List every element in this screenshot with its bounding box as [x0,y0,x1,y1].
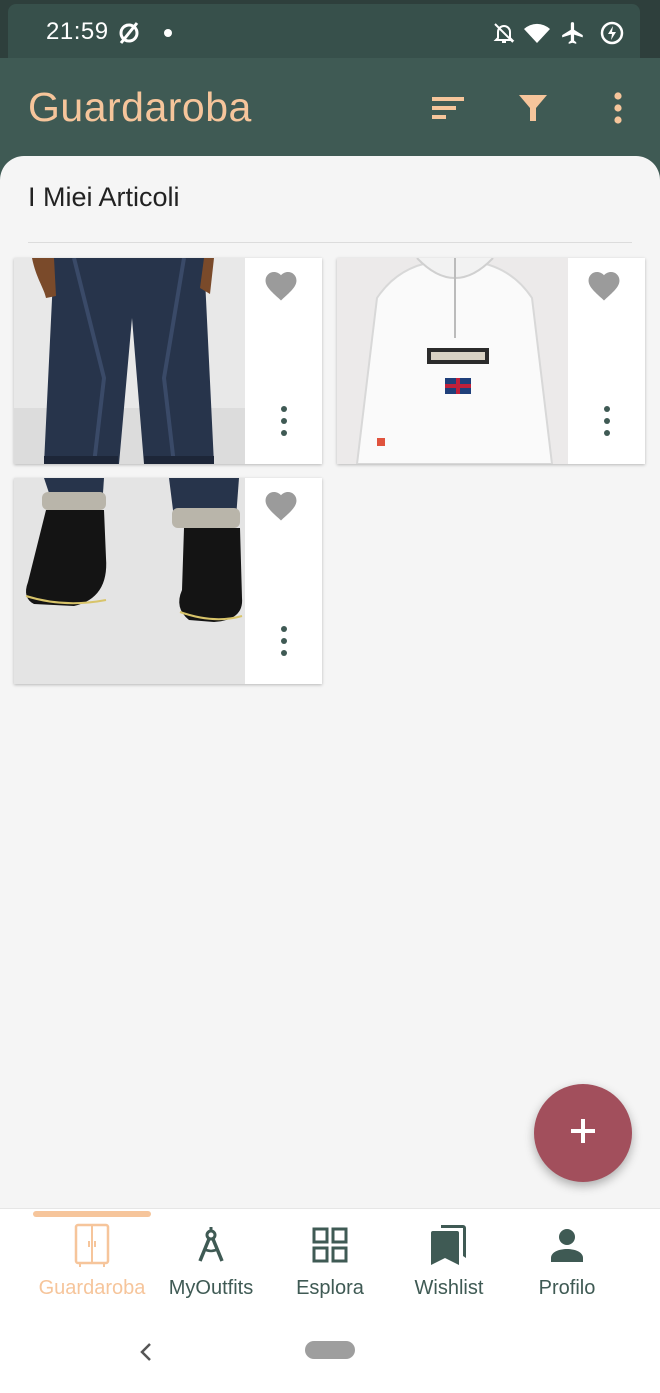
item-image-boots[interactable] [14,478,245,684]
nav-label-guardaroba: Guardaroba [38,1277,146,1299]
item-more-icon[interactable] [597,404,617,438]
nav-label-wishlist: Wishlist [414,1277,484,1299]
nav-item-wishlist[interactable]: Wishlist [390,1223,508,1313]
app-bar: Guardaroba [0,58,660,168]
add-icon [569,1117,597,1150]
item-card-boots[interactable] [14,478,322,684]
favorite-heart-icon[interactable] [262,488,300,524]
nav-item-esplora[interactable]: Esplora [271,1223,389,1313]
add-item-button[interactable] [534,1084,632,1182]
nav-item-myoutfits[interactable]: MyOutfits [152,1223,270,1313]
wardrobe-icon [72,1223,112,1267]
sort-icon[interactable] [424,84,472,132]
nav-label-myoutfits: MyOutfits [168,1277,254,1299]
section-title: I Miei Articoli [28,182,180,212]
bottom-navigation: Guardaroba MyOutfits Esplora Wishlist Pr… [0,1208,660,1318]
item-image-jacket[interactable] [337,258,568,464]
status-bar: 21:59 [0,0,660,58]
app-title: Guardaroba [28,84,252,130]
notifications-off-icon [489,18,519,48]
item-more-icon[interactable] [274,404,294,438]
grid-icon [310,1223,350,1267]
home-pill-button[interactable] [305,1341,355,1359]
status-bar-inner: 21:59 [8,4,640,58]
favorite-heart-icon[interactable] [585,268,623,304]
nav-item-guardaroba[interactable]: Guardaroba [33,1223,151,1313]
dot-icon [153,18,183,48]
filter-icon[interactable] [509,84,557,132]
item-card-jacket[interactable] [337,258,645,464]
nav-label-esplora: Esplora [296,1277,364,1299]
airplane-icon [558,18,588,48]
favorite-heart-icon[interactable] [262,268,300,304]
nav-label-profilo: Profilo [538,1277,596,1299]
active-tab-indicator [33,1211,151,1217]
nav-item-profilo[interactable]: Profilo [508,1223,626,1313]
more-vert-icon[interactable] [594,84,642,132]
item-more-icon[interactable] [274,624,294,658]
status-time: 21:59 [46,18,109,45]
system-navigation-bar [0,1318,660,1393]
battery-charging-icon [597,18,627,48]
back-icon[interactable] [134,1338,158,1366]
wifi-icon [522,18,552,48]
item-card-jeans[interactable] [14,258,322,464]
compass-icon [191,1223,231,1267]
divider [28,242,632,243]
no-data-saver-icon [114,18,144,48]
person-icon [547,1223,587,1267]
item-image-jeans[interactable] [14,258,245,464]
bookmarks-icon [429,1223,469,1267]
content-sheet: I Miei Articoli [0,156,660,1210]
